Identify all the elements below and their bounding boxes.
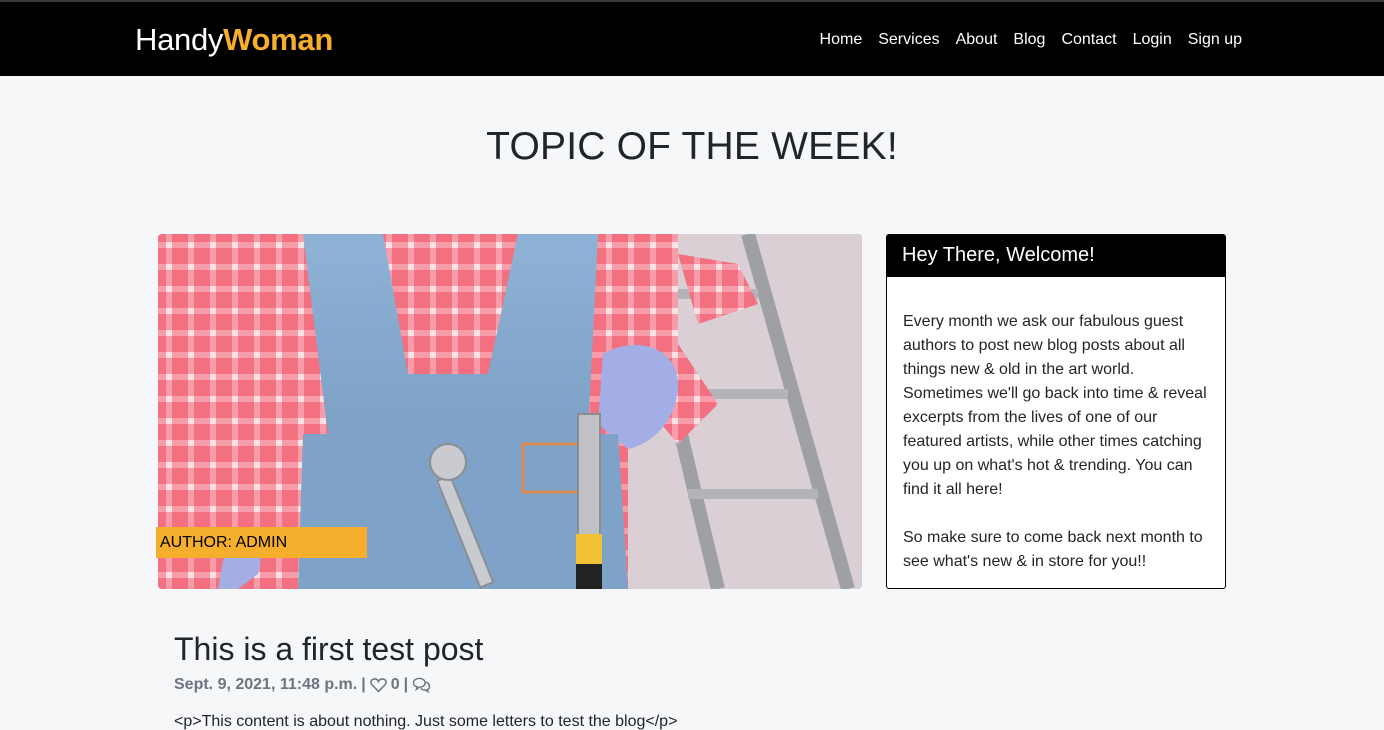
post-date: Sept. 9, 2021, 11:48 p.m. bbox=[174, 676, 358, 693]
nav-link-about[interactable]: About bbox=[948, 30, 1006, 50]
brand-logo[interactable]: HandyWoman bbox=[135, 22, 333, 58]
post-meta: Sept. 9, 2021, 11:48 p.m. | 0 | bbox=[174, 675, 431, 695]
meta-separator: | bbox=[361, 676, 366, 693]
brand-text-woman: Woman bbox=[223, 22, 334, 57]
welcome-card-paragraph-2: So make sure to come back next month to … bbox=[903, 529, 1203, 570]
meta-separator: | bbox=[403, 676, 409, 693]
nav-link-blog[interactable]: Blog bbox=[1005, 30, 1053, 50]
welcome-card-body: Every month we ask our fabulous guest au… bbox=[887, 277, 1225, 574]
welcome-card-paragraph-1: Every month we ask our fabulous guest au… bbox=[903, 313, 1207, 498]
heart-icon[interactable] bbox=[369, 675, 387, 695]
nav-link-home[interactable]: Home bbox=[812, 30, 871, 50]
welcome-card: Hey There, Welcome! Every month we ask o… bbox=[886, 234, 1226, 589]
welcome-card-title: Hey There, Welcome! bbox=[887, 235, 1225, 277]
nav-link-services[interactable]: Services bbox=[870, 30, 947, 50]
nav-link-contact[interactable]: Contact bbox=[1053, 30, 1124, 50]
nav-link-login[interactable]: Login bbox=[1125, 30, 1180, 50]
likes-count: 0 bbox=[390, 676, 400, 693]
page-title: TOPIC OF THE WEEK! bbox=[486, 125, 898, 168]
post-content: <p>This content is about nothing. Just s… bbox=[174, 713, 678, 730]
brand-text-handy: Handy bbox=[135, 22, 224, 57]
nav-links: Home Services About Blog Contact Login S… bbox=[812, 30, 1242, 50]
navbar: HandyWoman Home Services About Blog Cont… bbox=[0, 0, 1384, 76]
nav-link-signup[interactable]: Sign up bbox=[1180, 30, 1242, 50]
comments-icon[interactable] bbox=[412, 675, 431, 695]
author-badge: AUTHOR: ADMIN bbox=[156, 527, 367, 558]
post-title[interactable]: This is a first test post bbox=[174, 629, 483, 669]
